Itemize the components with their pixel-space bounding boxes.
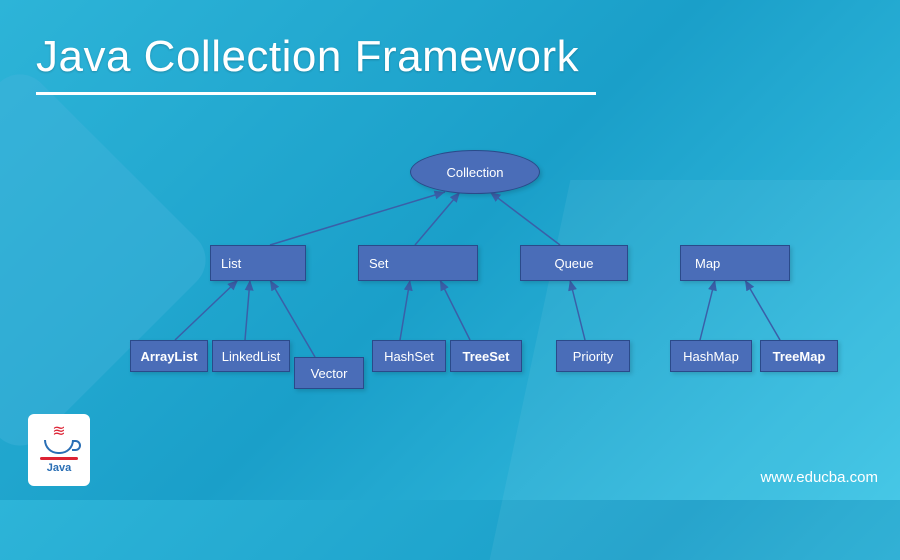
node-hashset: HashSet [372,340,446,372]
hierarchy-diagram: Collection List Set Queue Map ArrayList … [140,150,860,420]
node-set: Set [358,245,478,281]
saucer-icon [40,457,78,460]
node-linkedlist: LinkedList [212,340,290,372]
node-map: Map [680,245,790,281]
node-treemap: TreeMap [760,340,838,372]
page-title: Java Collection Framework [36,32,579,82]
java-logo-icon: ≋ Java [28,414,90,486]
node-arraylist: ArrayList [130,340,208,372]
node-vector: Vector [294,357,364,389]
node-list: List [210,245,306,281]
node-hashmap: HashMap [670,340,752,372]
cup-icon [44,440,74,454]
java-logo-label: Java [47,462,71,474]
title-underline [36,92,596,95]
steam-icon: ≋ [52,426,65,437]
node-treeset: TreeSet [450,340,522,372]
node-collection: Collection [410,150,540,194]
node-queue: Queue [520,245,628,281]
node-priority: Priority [556,340,630,372]
watermark-url: www.educba.com [760,469,878,486]
